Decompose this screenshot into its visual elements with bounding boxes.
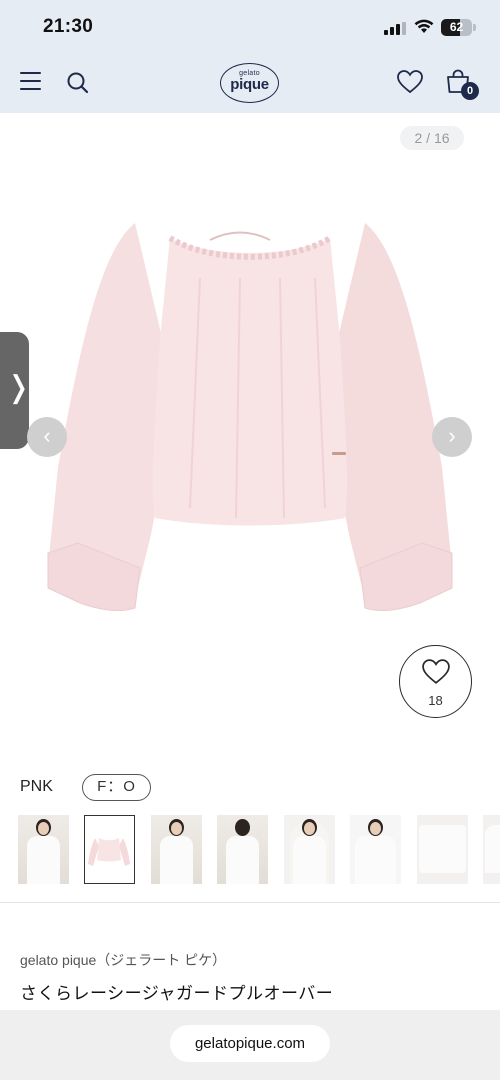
wifi-icon	[414, 19, 434, 33]
heart-icon	[422, 659, 450, 684]
thumbnail-2[interactable]	[84, 815, 135, 884]
size-option-button[interactable]: F：O	[82, 774, 151, 801]
chevron-right-icon: ›	[448, 423, 456, 448]
status-time: 21:30	[43, 16, 94, 37]
color-label: PNK	[20, 778, 53, 795]
logo-main-text: pique	[230, 76, 269, 93]
favorite-button[interactable]: 18	[399, 645, 472, 718]
thumbnail-6[interactable]	[350, 815, 401, 884]
heart-icon[interactable]	[397, 70, 423, 94]
thumbnail-1[interactable]	[18, 815, 69, 884]
thumbnail-strip[interactable]	[18, 815, 500, 885]
battery-level: 62	[449, 20, 464, 34]
prev-image-button[interactable]: ‹	[27, 417, 67, 457]
search-icon[interactable]	[66, 71, 90, 95]
chevron-right-icon: ❭	[6, 371, 32, 404]
thumbnail-7[interactable]	[417, 815, 468, 884]
thumbnail-4[interactable]	[217, 815, 268, 884]
image-counter: 2 / 16	[400, 126, 464, 150]
divider	[0, 902, 500, 903]
next-image-button[interactable]: ›	[432, 417, 472, 457]
product-title: さくらレーシージャガードプルオーバー	[20, 984, 334, 1003]
header: 21:30 62 gelato pique 0	[0, 0, 500, 113]
favorite-count: 18	[428, 693, 443, 708]
product-page: 21:30 62 gelato pique 0 2 / 16 ❭ ‹ › 18 …	[0, 0, 500, 1080]
brand-logo[interactable]: gelato pique	[220, 63, 279, 103]
product-brand[interactable]: gelato pique（ジェラート ピケ）	[20, 950, 226, 970]
address-bar[interactable]: gelatopique.com	[170, 1025, 330, 1062]
browser-bottom-bar: gelatopique.com	[0, 1010, 500, 1080]
cart-count-badge: 0	[461, 82, 479, 100]
battery-icon: 62	[441, 19, 472, 36]
signal-icon	[384, 22, 406, 35]
product-image	[47, 223, 453, 611]
thumbnail-8[interactable]	[483, 815, 500, 884]
chevron-left-icon: ‹	[43, 423, 51, 448]
battery-tip	[473, 24, 476, 31]
product-image-gallery[interactable]: 2 / 16 ❭ ‹ › 18	[0, 113, 500, 753]
thumbnail-3[interactable]	[151, 815, 202, 884]
thumbnail-5[interactable]	[284, 815, 335, 884]
menu-icon[interactable]	[20, 72, 41, 90]
side-panel-tab[interactable]: ❭	[0, 332, 32, 449]
